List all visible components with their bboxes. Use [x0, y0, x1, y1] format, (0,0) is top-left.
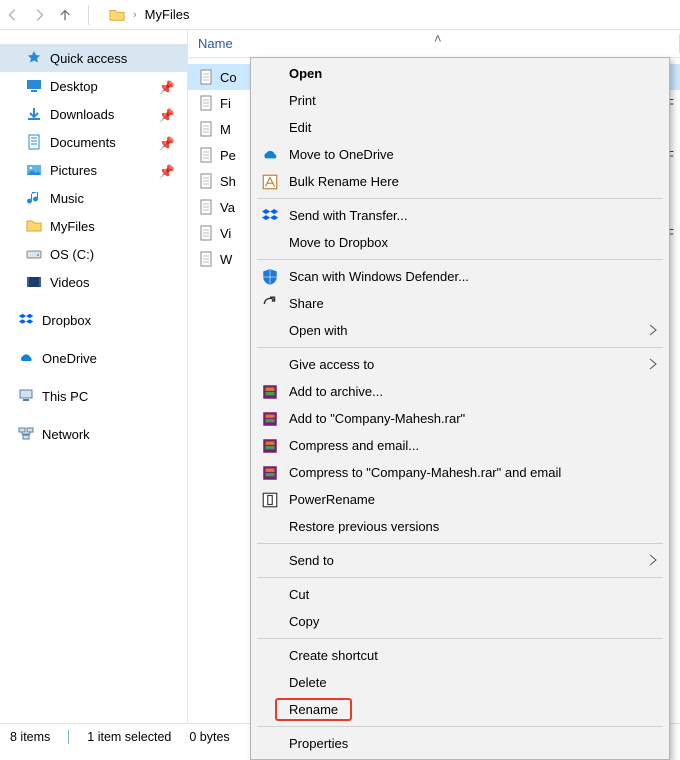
pc-icon	[18, 388, 34, 404]
pin-icon: 📌	[159, 108, 175, 124]
sidebar-item-documents[interactable]: Documents 📌	[0, 128, 187, 156]
text-file-icon	[198, 199, 214, 215]
sidebar-item-desktop[interactable]: Desktop 📌	[0, 72, 187, 100]
ctx-properties[interactable]: Properties	[251, 730, 669, 757]
status-size: 0 bytes	[189, 730, 229, 744]
ctx-move-onedrive[interactable]: Move to OneDrive	[251, 141, 669, 168]
ctx-open-with[interactable]: Open with	[251, 317, 669, 344]
sidebar-network[interactable]: Network	[0, 420, 187, 448]
sidebar-item-myfiles[interactable]: MyFiles	[0, 212, 187, 240]
nav-toolbar: › MyFiles	[0, 0, 680, 30]
share-icon	[261, 295, 279, 313]
text-file-icon	[198, 173, 214, 189]
submenu-arrow-icon	[649, 358, 657, 370]
ctx-print[interactable]: Print	[251, 87, 669, 114]
back-button[interactable]	[6, 8, 20, 22]
ctx-edit[interactable]: Edit	[251, 114, 669, 141]
text-file-icon	[198, 95, 214, 111]
submenu-arrow-icon	[649, 554, 657, 566]
folder-icon	[109, 7, 125, 23]
status-selection: 1 item selected	[87, 730, 171, 744]
navigation-pane: Quick access Desktop 📌 Downloads 📌 Docum…	[0, 30, 188, 723]
context-menu: Open Print Edit Move to OneDrive Bulk Re…	[250, 57, 670, 760]
ctx-create-shortcut[interactable]: Create shortcut	[251, 642, 669, 669]
ctx-delete[interactable]: Delete	[251, 669, 669, 696]
desktop-icon	[26, 78, 42, 94]
pictures-icon	[26, 162, 42, 178]
ctx-give-access[interactable]: Give access to	[251, 351, 669, 378]
network-icon	[18, 426, 34, 442]
status-item-count: 8 items	[10, 730, 50, 744]
ctx-rename[interactable]: Rename	[251, 696, 669, 723]
onedrive-icon	[18, 350, 34, 366]
ctx-compress-email[interactable]: Compress and email...	[251, 432, 669, 459]
sidebar-item-downloads[interactable]: Downloads 📌	[0, 100, 187, 128]
shield-icon	[261, 268, 279, 286]
winrar-icon	[261, 437, 279, 455]
pin-icon: 📌	[159, 80, 175, 96]
text-file-icon	[198, 225, 214, 241]
sidebar-item-music[interactable]: Music	[0, 184, 187, 212]
text-file-icon	[198, 251, 214, 267]
ctx-send-transfer[interactable]: Send with Transfer...	[251, 202, 669, 229]
ctx-send-to[interactable]: Send to	[251, 547, 669, 574]
drive-icon	[26, 246, 42, 262]
ctx-open[interactable]: Open	[251, 60, 669, 87]
sidebar-item-os-c[interactable]: OS (C:)	[0, 240, 187, 268]
winrar-icon	[261, 383, 279, 401]
bulk-rename-icon	[261, 173, 279, 191]
ctx-add-rar[interactable]: Add to "Company-Mahesh.rar"	[251, 405, 669, 432]
ctx-add-archive[interactable]: Add to archive...	[251, 378, 669, 405]
text-file-icon	[198, 69, 214, 85]
sidebar-onedrive[interactable]: OneDrive	[0, 344, 187, 372]
ctx-bulk-rename[interactable]: Bulk Rename Here	[251, 168, 669, 195]
sort-indicator-icon: ˄	[434, 31, 442, 46]
sidebar-this-pc[interactable]: This PC	[0, 382, 187, 410]
pin-icon: 📌	[159, 164, 175, 180]
dropbox-icon	[18, 312, 34, 328]
videos-icon	[26, 274, 42, 290]
sidebar-item-videos[interactable]: Videos	[0, 268, 187, 296]
folder-icon	[26, 218, 42, 234]
pin-icon: 📌	[159, 136, 175, 152]
breadcrumb-folder[interactable]: MyFiles	[145, 7, 190, 22]
ctx-share[interactable]: Share	[251, 290, 669, 317]
winrar-icon	[261, 464, 279, 482]
sidebar-quick-access[interactable]: Quick access	[0, 44, 187, 72]
ctx-compress-rar-email[interactable]: Compress to "Company-Mahesh.rar" and ema…	[251, 459, 669, 486]
up-button[interactable]	[58, 8, 72, 22]
onedrive-icon	[261, 146, 279, 164]
text-file-icon	[198, 121, 214, 137]
downloads-icon	[26, 106, 42, 122]
star-icon	[26, 50, 42, 66]
dropbox-icon	[261, 207, 279, 225]
forward-button[interactable]	[32, 8, 46, 22]
sidebar-dropbox[interactable]: Dropbox	[0, 306, 187, 334]
ctx-power-rename[interactable]: PowerRename	[251, 486, 669, 513]
ctx-copy[interactable]: Copy	[251, 608, 669, 635]
ctx-cut[interactable]: Cut	[251, 581, 669, 608]
power-rename-icon	[261, 491, 279, 509]
ctx-move-dropbox[interactable]: Move to Dropbox	[251, 229, 669, 256]
column-header-name[interactable]: Name ˄	[188, 30, 680, 58]
address-bar[interactable]: › MyFiles	[109, 7, 189, 23]
text-file-icon	[198, 147, 214, 163]
breadcrumb-arrow-icon: ›	[133, 9, 137, 21]
music-icon	[26, 190, 42, 206]
ctx-defender[interactable]: Scan with Windows Defender...	[251, 263, 669, 290]
documents-icon	[26, 134, 42, 150]
winrar-icon	[261, 410, 279, 428]
submenu-arrow-icon	[649, 324, 657, 336]
sidebar-item-pictures[interactable]: Pictures 📌	[0, 156, 187, 184]
highlight-box: Rename	[275, 698, 352, 721]
ctx-restore[interactable]: Restore previous versions	[251, 513, 669, 540]
